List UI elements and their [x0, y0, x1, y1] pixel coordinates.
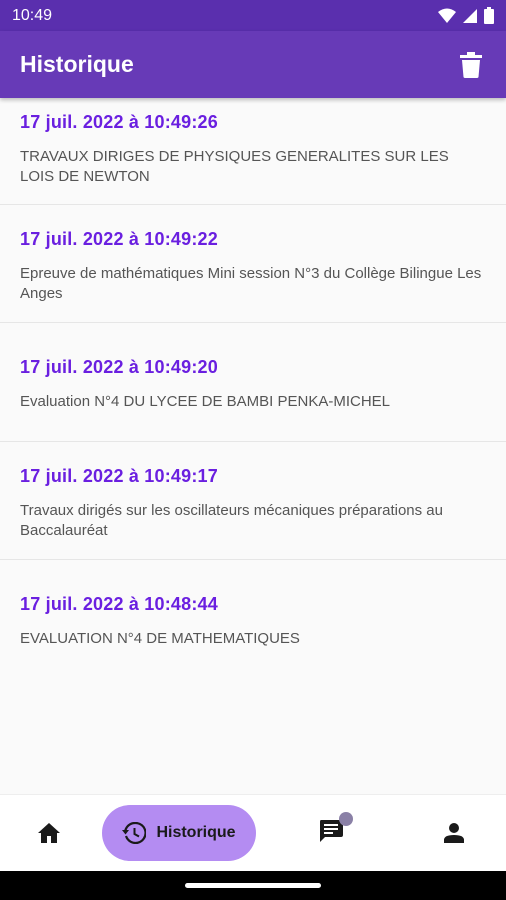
status-icons	[438, 7, 494, 24]
nav-home[interactable]	[0, 795, 98, 871]
home-gesture-handle[interactable]	[185, 883, 321, 888]
history-item[interactable]: 17 juil. 2022 à 10:48:44 EVALUATION N°4 …	[0, 560, 506, 670]
history-item-date: 17 juil. 2022 à 10:49:26	[20, 112, 218, 132]
wifi-icon	[438, 8, 456, 23]
history-item[interactable]: 17 juil. 2022 à 10:49:22 Epreuve de math…	[0, 205, 506, 323]
system-navigation-bar	[0, 871, 506, 900]
battery-icon	[484, 7, 494, 24]
app-bar: Historique	[0, 31, 506, 98]
nav-messages[interactable]	[260, 795, 402, 871]
nav-profile[interactable]	[402, 795, 506, 871]
signal-icon	[463, 8, 477, 23]
nav-history[interactable]: Historique	[98, 795, 260, 871]
trash-icon	[460, 51, 482, 78]
history-item[interactable]: 17 juil. 2022 à 10:49:20 Evaluation N°4 …	[0, 323, 506, 442]
page-title: Historique	[20, 51, 134, 77]
history-item[interactable]: 17 juil. 2022 à 10:49:26 TRAVAUX DIRIGES…	[0, 98, 506, 205]
history-item-description: Epreuve de mathématiques Mini session N°…	[20, 265, 482, 302]
status-bar: 10:49	[0, 0, 506, 31]
history-item-description: TRAVAUX DIRIGES DE PHYSIQUES GENERALITES…	[20, 148, 449, 185]
history-list: 17 juil. 2022 à 10:49:26 TRAVAUX DIRIGES…	[0, 98, 506, 794]
nav-history-label: Historique	[156, 824, 236, 841]
history-item[interactable]: 17 juil. 2022 à 10:49:17 Travaux dirigés…	[0, 442, 506, 560]
history-item-date: 17 juil. 2022 à 10:49:20	[20, 357, 218, 377]
person-icon	[444, 823, 464, 843]
history-item-description: Travaux dirigés sur les oscillateurs méc…	[20, 502, 443, 539]
history-item-date: 17 juil. 2022 à 10:49:22	[20, 229, 218, 249]
history-icon	[122, 822, 147, 844]
history-item-date: 17 juil. 2022 à 10:49:17	[20, 466, 218, 486]
chat-icon-wrap	[319, 811, 353, 847]
nav-history-pill[interactable]: Historique	[102, 805, 256, 861]
status-time: 10:49	[12, 6, 53, 24]
history-item-description: EVALUATION N°4 DE MATHEMATIQUES	[20, 630, 300, 647]
notification-badge	[339, 811, 353, 826]
bottom-navigation: Historique	[0, 794, 506, 871]
home-icon	[38, 823, 60, 843]
delete-history-button[interactable]	[456, 50, 486, 80]
history-item-date: 17 juil. 2022 à 10:48:44	[20, 594, 218, 614]
history-item-description: Evaluation N°4 DU LYCEE DE BAMBI PENKA-M…	[20, 393, 391, 410]
